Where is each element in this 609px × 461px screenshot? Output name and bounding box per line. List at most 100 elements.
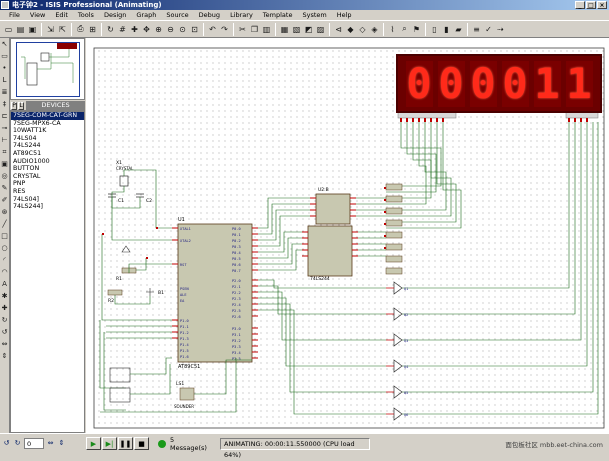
bus-icon[interactable]: ‡ (0, 98, 9, 110)
grid-icon[interactable]: # (117, 23, 128, 36)
wire-autorouter-icon[interactable]: ⌇ (387, 23, 398, 36)
line-icon[interactable]: ╱ (0, 218, 9, 230)
schematic-canvas[interactable]: U1 AT89C51 XTAL1 XTAL2 RST PSEN ALE EA P1.0 P… (86, 38, 609, 433)
terminal-icon[interactable]: ⊸ (0, 122, 9, 134)
close-button[interactable]: × (597, 1, 607, 9)
menu-tools[interactable]: Tools (73, 10, 99, 20)
circle-icon[interactable]: ○ (0, 242, 9, 254)
symbol-icon[interactable]: ✱ (0, 290, 9, 302)
block-delete-icon[interactable]: ▨ (315, 23, 326, 36)
generator-icon[interactable]: ◎ (0, 170, 9, 182)
device-pin-icon[interactable]: ⊢ (0, 134, 9, 146)
marker-icon[interactable]: ✚ (0, 302, 9, 314)
tape-recorder-icon[interactable]: ▣ (0, 158, 9, 170)
menu-library[interactable]: Library (225, 10, 258, 20)
erc-icon[interactable]: ✓ (483, 23, 494, 36)
component-mode-icon[interactable]: ▭ (0, 50, 9, 62)
make-device-icon[interactable]: ◆ (345, 23, 356, 36)
export-icon[interactable]: ⇱ (57, 23, 68, 36)
rotate-ccw-icon[interactable]: ↺ (2, 439, 11, 448)
paste-icon[interactable]: ▥ (261, 23, 272, 36)
list-item[interactable]: 74LS04 (11, 135, 84, 143)
menu-help[interactable]: Help (332, 10, 357, 20)
menu-graph[interactable]: Graph (131, 10, 161, 20)
list-item[interactable]: AT89C51 (11, 150, 84, 158)
box-icon[interactable]: □ (0, 230, 9, 242)
menu-source[interactable]: Source (161, 10, 193, 20)
list-item[interactable]: RES (11, 188, 84, 196)
list-item[interactable]: 7SEG-MPX6-CA (11, 120, 84, 128)
property-tool-icon[interactable]: ⚑ (411, 23, 422, 36)
arc-icon[interactable]: ◜ (0, 254, 9, 266)
library-manager-button[interactable]: L (18, 101, 24, 110)
list-item[interactable]: 10WATT1K (11, 127, 84, 135)
block-rotate-icon[interactable]: ◩ (303, 23, 314, 36)
device-list[interactable]: 7SEG-COM-CAT-GRN 7SEG-MPX6-CA 10WATT1K 7… (10, 111, 85, 433)
list-item[interactable]: 7SEG-COM-CAT-GRN (11, 112, 84, 120)
maximize-button[interactable]: □ (586, 1, 596, 9)
copy-icon[interactable]: ❐ (249, 23, 260, 36)
rotation-angle-field[interactable]: 0 (24, 438, 44, 449)
flip-vertical-icon[interactable]: ⇕ (0, 350, 9, 362)
virtual-instrument-icon[interactable]: ⊛ (0, 206, 9, 218)
redo-icon[interactable]: ↷ (219, 23, 230, 36)
print-icon[interactable]: ⎙ (75, 23, 86, 36)
message-count[interactable]: 5 Message(s) (170, 436, 210, 452)
menu-file[interactable]: File (4, 10, 25, 20)
list-item[interactable]: BUTTON (11, 165, 84, 173)
graph-icon[interactable]: ⌗ (0, 146, 9, 158)
block-move-icon[interactable]: ▧ (291, 23, 302, 36)
remove-sheet-icon[interactable]: ▮ (441, 23, 452, 36)
path-icon[interactable]: ◠ (0, 266, 9, 278)
stop-button[interactable]: ■ (134, 437, 149, 450)
new-file-icon[interactable]: ▭ (3, 23, 14, 36)
select-mode-icon[interactable]: ↖ (0, 38, 9, 50)
search-tag-icon[interactable]: ⌕ (399, 23, 410, 36)
current-probe-icon[interactable]: ✐ (0, 194, 9, 206)
rotate-ccw-icon[interactable]: ↺ (0, 326, 9, 338)
zoom-area-icon[interactable]: ⊡ (189, 23, 200, 36)
pause-button[interactable]: ❚❚ (118, 437, 133, 450)
list-item[interactable]: AUDIO1000 (11, 158, 84, 166)
pan-icon[interactable]: ✥ (141, 23, 152, 36)
zoom-in-icon[interactable]: ⊕ (153, 23, 164, 36)
cut-icon[interactable]: ✂ (237, 23, 248, 36)
netlist-icon[interactable]: ⇢ (495, 23, 506, 36)
overview-window[interactable] (10, 38, 85, 100)
minimize-button[interactable]: _ (575, 1, 585, 9)
packaging-icon[interactable]: ◇ (357, 23, 368, 36)
pick-device-icon[interactable]: ⊲ (333, 23, 344, 36)
text-script-icon[interactable]: ≣ (0, 86, 9, 98)
save-icon[interactable]: ▣ (27, 23, 38, 36)
seven-segment-display[interactable]: 0 0 0 0 1 1 (396, 54, 602, 113)
menu-view[interactable]: View (25, 10, 50, 20)
bill-of-materials-icon[interactable]: ≡ (471, 23, 482, 36)
flip-horizontal-icon[interactable]: ⇔ (0, 338, 9, 350)
goto-sheet-icon[interactable]: ▰ (453, 23, 464, 36)
pick-device-button[interactable]: P (11, 101, 17, 110)
import-icon[interactable]: ⇲ (45, 23, 56, 36)
refresh-icon[interactable]: ↻ (105, 23, 116, 36)
wire-label-icon[interactable]: L (0, 74, 9, 86)
open-folder-icon[interactable]: ▤ (15, 23, 26, 36)
menu-edit[interactable]: Edit (50, 10, 73, 20)
zoom-out-icon[interactable]: ⊖ (165, 23, 176, 36)
area-icon[interactable]: ⊞ (87, 23, 98, 36)
undo-icon[interactable]: ↶ (207, 23, 218, 36)
text-icon[interactable]: A (0, 278, 9, 290)
mirror-horizontal-icon[interactable]: ⇔ (46, 439, 55, 448)
zoom-all-icon[interactable]: ⊙ (177, 23, 188, 36)
block-copy-icon[interactable]: ▦ (279, 23, 290, 36)
list-item[interactable]: 74LS244 (11, 142, 84, 150)
junction-dot-icon[interactable]: • (0, 62, 9, 74)
list-item[interactable]: PNP (11, 180, 84, 188)
step-button[interactable]: ▶| (102, 437, 117, 450)
list-item[interactable]: CRYSTAL (11, 173, 84, 181)
new-sheet-icon[interactable]: ▯ (429, 23, 440, 36)
voltage-probe-icon[interactable]: ✎ (0, 182, 9, 194)
origin-icon[interactable]: ✚ (129, 23, 140, 36)
rotate-cw-icon[interactable]: ↻ (13, 439, 22, 448)
overview-viewport[interactable] (16, 42, 80, 97)
menu-design[interactable]: Design (99, 10, 131, 20)
list-item[interactable]: 74LS244] (11, 203, 84, 211)
